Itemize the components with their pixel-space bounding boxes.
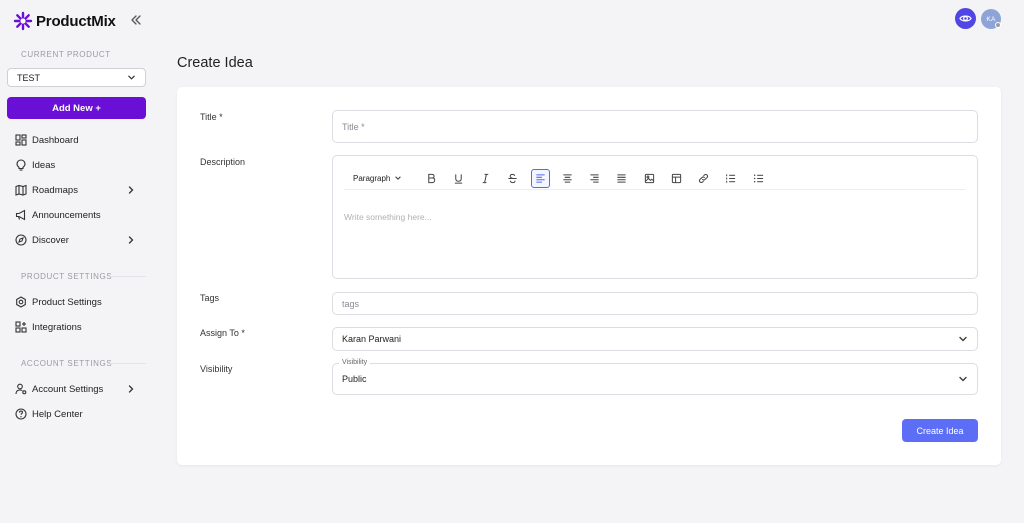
align-justify-icon: [617, 174, 626, 183]
chevron-right-icon: [128, 385, 134, 393]
ordered-list-icon: [726, 174, 736, 183]
chevron-right-icon: [128, 186, 134, 194]
visibility-legend: Visibility: [339, 359, 371, 366]
sidebar: ProductMix CURRENT PRODUCT TEST Add New …: [0, 0, 154, 523]
paragraph-select-value: Paragraph: [353, 173, 391, 183]
map-icon: [15, 184, 27, 196]
divider: [110, 363, 146, 364]
megaphone-icon: [15, 209, 27, 221]
insert-table-button[interactable]: [667, 169, 686, 188]
sidebar-item-label: Ideas: [32, 159, 56, 171]
assign-to-value: Karan Parwani: [342, 334, 402, 344]
dashboard-icon: [15, 134, 27, 146]
tags-input[interactable]: [342, 298, 968, 309]
title-input[interactable]: [342, 121, 968, 132]
visibility-label: Visibility: [200, 364, 233, 374]
lightbulb-icon: [15, 159, 27, 171]
strikethrough-icon: [508, 173, 517, 184]
chevron-down-icon: [959, 376, 967, 382]
align-left-icon: [536, 174, 545, 183]
table-icon: [671, 173, 682, 184]
status-indicator: [995, 22, 1001, 28]
user-gear-icon: [15, 383, 27, 395]
sidebar-item-label: Announcements: [32, 209, 101, 221]
create-idea-form: Title * Description Paragraph: [177, 87, 1001, 465]
italic-icon: [482, 173, 489, 184]
settings-icon: [15, 296, 27, 308]
sidebar-item-dashboard[interactable]: Dashboard: [15, 132, 140, 148]
image-icon: [644, 173, 655, 184]
bullet-list-button[interactable]: [749, 169, 768, 188]
sidebar-item-help-center[interactable]: Help Center: [15, 406, 140, 422]
underline-button[interactable]: [449, 169, 468, 188]
insert-image-button[interactable]: [640, 169, 659, 188]
sidebar-item-discover[interactable]: Discover: [15, 232, 140, 248]
create-idea-button[interactable]: Create Idea: [902, 419, 978, 442]
product-settings-heading: PRODUCT SETTINGS: [21, 272, 113, 281]
insert-link-button[interactable]: [694, 169, 713, 188]
preview-button[interactable]: [955, 8, 976, 29]
eye-icon: [959, 15, 972, 22]
sidebar-item-label: Help Center: [32, 408, 83, 420]
sidebar-item-label: Discover: [32, 234, 69, 246]
chevron-right-icon: [128, 236, 134, 244]
sidebar-item-product-settings[interactable]: Product Settings: [15, 294, 140, 310]
help-icon: [15, 408, 27, 420]
bold-button[interactable]: [422, 169, 441, 188]
brand[interactable]: ProductMix: [13, 11, 116, 31]
assign-to-select[interactable]: Karan Parwani: [332, 327, 978, 351]
editor-toolbar: Paragraph: [344, 167, 965, 190]
align-justify-button[interactable]: [612, 169, 631, 188]
sidebar-item-label: Roadmaps: [32, 184, 78, 196]
ordered-list-button[interactable]: [721, 169, 740, 188]
productmix-logo-icon: [13, 11, 33, 31]
compass-icon: [15, 234, 27, 246]
sidebar-item-integrations[interactable]: Integrations: [15, 319, 140, 335]
bold-icon: [428, 173, 436, 184]
product-select-value: TEST: [17, 72, 41, 83]
chevron-down-icon: [959, 336, 967, 342]
paragraph-select[interactable]: Paragraph: [346, 169, 406, 187]
bullet-list-icon: [753, 174, 764, 183]
sidebar-item-label: Account Settings: [32, 383, 104, 395]
sidebar-item-label: Dashboard: [32, 134, 79, 146]
sidebar-item-label: Product Settings: [32, 296, 102, 308]
account-settings-heading: ACCOUNT SETTINGS: [21, 359, 113, 368]
align-right-icon: [590, 174, 599, 183]
tags-label: Tags: [200, 293, 220, 303]
assign-to-label: Assign To *: [200, 328, 245, 338]
strikethrough-button[interactable]: [503, 169, 522, 188]
align-right-button[interactable]: [585, 169, 604, 188]
current-product-heading: CURRENT PRODUCT: [21, 50, 111, 59]
visibility-select[interactable]: Visibility Public: [332, 359, 978, 395]
product-select[interactable]: TEST: [7, 68, 146, 87]
italic-button[interactable]: [476, 169, 495, 188]
page-title: Create Idea: [177, 55, 253, 71]
chevron-down-icon: [395, 176, 401, 180]
sidebar-item-label: Integrations: [32, 321, 82, 333]
brand-name: ProductMix: [36, 12, 116, 30]
description-editor: Paragraph Write something here...: [332, 155, 978, 279]
sidebar-item-announcements[interactable]: Announcements: [15, 207, 140, 223]
description-label: Description: [200, 157, 246, 167]
sidebar-item-ideas[interactable]: Ideas: [15, 157, 140, 173]
sidebar-item-account-settings[interactable]: Account Settings: [15, 381, 140, 397]
title-field[interactable]: [332, 110, 978, 143]
visibility-value: Public: [342, 374, 367, 384]
divider: [110, 276, 146, 277]
underline-icon: [454, 174, 463, 184]
chevron-down-icon: [128, 75, 135, 80]
link-icon: [698, 173, 709, 184]
collapse-sidebar-icon[interactable]: [129, 13, 143, 27]
align-center-button[interactable]: [558, 169, 577, 188]
add-new-button[interactable]: Add New +: [7, 97, 146, 119]
title-label: Title *: [200, 112, 223, 122]
sidebar-item-roadmaps[interactable]: Roadmaps: [15, 182, 140, 198]
integrations-icon: [15, 321, 27, 333]
align-center-icon: [563, 174, 572, 183]
tags-field[interactable]: [332, 292, 978, 315]
align-left-button[interactable]: [531, 169, 550, 188]
editor-placeholder[interactable]: Write something here...: [344, 212, 432, 222]
